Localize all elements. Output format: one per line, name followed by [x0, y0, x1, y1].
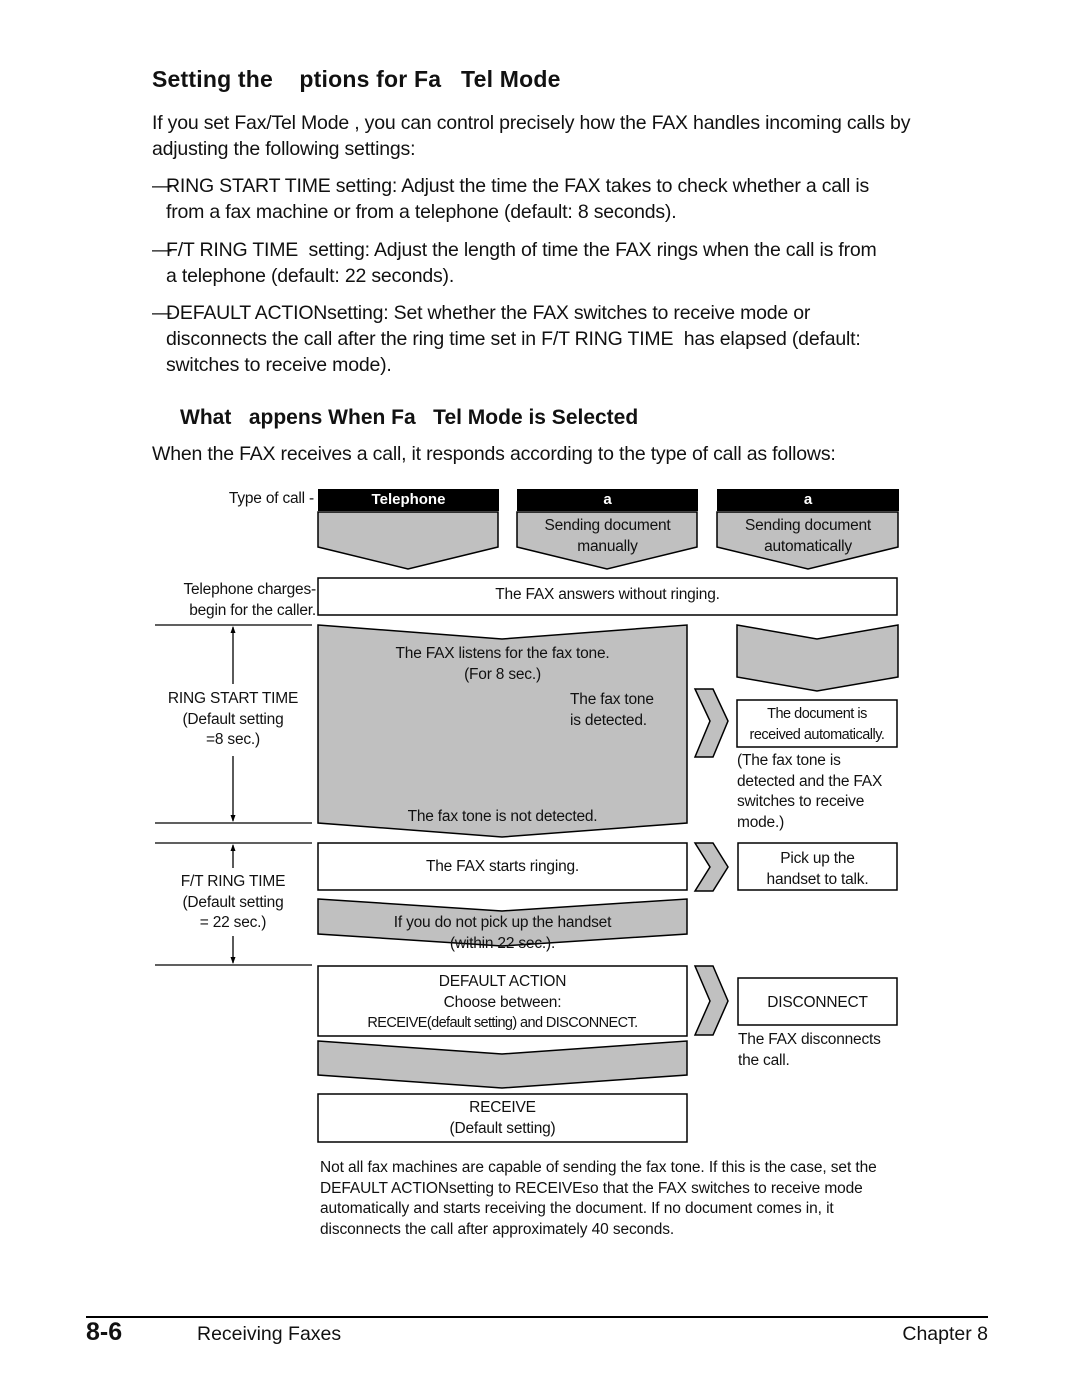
charges-line: begin for the caller. — [189, 601, 316, 619]
desc-line: automatically — [764, 537, 852, 555]
call-type-fax-manual-header: a — [517, 489, 698, 511]
answers-text: The FAX answers without ringing. — [495, 586, 720, 603]
doc-received-line: received automatically. — [749, 726, 885, 743]
pickup-text: Pick up the handset to talk. — [738, 849, 897, 890]
tone-line: is detected. — [570, 711, 647, 729]
default-action-line: Choose between: — [443, 993, 562, 1011]
desc-line: Sending document — [544, 517, 671, 534]
note-line: detected and the FAX — [737, 772, 883, 790]
arrow-down-icon — [230, 815, 236, 822]
fax-auto-desc: Sending document automatically — [717, 516, 899, 557]
arrow-right-icon — [693, 965, 729, 1036]
footer-divider — [86, 1316, 988, 1318]
tone-not-detected-text: The fax tone is not detected. — [407, 808, 598, 825]
default-action-line: DEFAULT ACTION — [438, 973, 567, 990]
ring-start-value: =8 sec.) — [206, 731, 260, 748]
note-line: switches to receive — [737, 793, 865, 810]
no-pickup-line: If you do not pick up the handset — [393, 914, 612, 931]
fax-tone-note: Not all fax machines are capable of send… — [320, 1159, 877, 1238]
listens-line: (For 8 sec.) — [464, 665, 541, 683]
default-action-text: DEFAULT ACTION Choose between: RECEIVE(d… — [318, 972, 687, 1034]
arrow-up-icon — [230, 626, 236, 633]
receive-chevron — [317, 1040, 688, 1089]
note-line: mode.) — [737, 813, 785, 831]
pickup-line: Pick up the — [780, 850, 855, 867]
ring-start-name: RING START TIME — [167, 690, 299, 707]
telephone-chevron — [317, 511, 499, 570]
ft-ring-default: (Default setting — [182, 893, 284, 911]
desc-line: Sending document — [744, 517, 872, 534]
fax-manual-desc: Sending document manually — [517, 516, 698, 557]
listens-line: The FAX listens for the fax tone. — [395, 645, 610, 662]
receive-line: RECEIVE — [469, 1099, 536, 1116]
page-number: 8-6 — [86, 1318, 123, 1346]
ring-start-time-label: RING START TIME (Default setting =8 sec.… — [155, 689, 311, 751]
receive-line: (Default setting) — [449, 1119, 556, 1137]
auto-receive-chevron — [736, 624, 899, 692]
charges-line: Telephone charges- — [183, 581, 316, 598]
desc-line: manually — [577, 537, 638, 555]
doc-received-line: The document is — [767, 706, 867, 722]
ft-ring-value: = 22 sec.) — [199, 914, 267, 931]
pickup-line: handset to talk. — [766, 870, 869, 888]
charges-label: Telephone charges- begin for the caller. — [150, 580, 316, 621]
type-of-call-label: Type of call - — [228, 490, 314, 507]
doc-received-text: The document is received automatically. — [737, 704, 897, 745]
arrow-right-icon — [693, 688, 729, 758]
footer-chapter: Chapter 8 — [902, 1323, 988, 1345]
doc-received-note: (The fax tone is detected and the FAX sw… — [737, 751, 882, 833]
no-pickup-text: If you do not pick up the handset (withi… — [318, 913, 687, 954]
disconnect-text: DISCONNECT — [767, 994, 868, 1011]
ft-ring-time-label: F/T RING TIME (Default setting = 22 sec.… — [155, 872, 311, 934]
tone-line: The fax tone — [570, 691, 654, 708]
disconnect-note-line: the call. — [738, 1051, 790, 1069]
no-pickup-line: (within 22 sec.). — [449, 934, 556, 952]
default-action-line: RECEIVE(default setting) and DISCONNECT. — [367, 1015, 638, 1031]
call-type-fax-auto-header: a — [717, 489, 899, 511]
footer-section: Receiving Faxes — [197, 1323, 342, 1345]
listens-text: The FAX listens for the fax tone. (For 8… — [318, 644, 687, 685]
arrow-down-icon — [230, 957, 236, 964]
disconnect-note: The FAX disconnects the call. — [738, 1030, 881, 1071]
disconnect-note-line: The FAX disconnects — [738, 1031, 881, 1048]
call-type-telephone-header: Telephone — [318, 489, 499, 511]
arrow-up-icon — [230, 844, 236, 851]
ring-start-default: (Default setting — [182, 710, 284, 728]
note-line: (The fax tone is — [737, 752, 841, 769]
receive-text: RECEIVE (Default setting) — [318, 1098, 687, 1139]
tone-detected-text: The fax tone is detected. — [570, 690, 654, 731]
arrow-right-icon — [693, 842, 729, 892]
ft-ring-name: F/T RING TIME — [180, 873, 286, 890]
starts-ringing-text: The FAX starts ringing. — [425, 858, 580, 875]
